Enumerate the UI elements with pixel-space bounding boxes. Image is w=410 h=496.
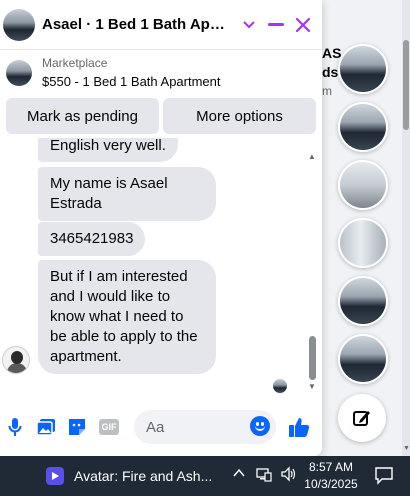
chat-head[interactable]: [338, 334, 388, 384]
message-thread[interactable]: English very well. My name is Asael Estr…: [0, 138, 322, 396]
close-icon[interactable]: [292, 14, 314, 36]
listing-category: Marketplace: [42, 56, 108, 70]
page-scrollbar[interactable]: ▼: [402, 0, 410, 456]
taskbar-app-button[interactable]: Avatar: Fire and Ash...: [46, 466, 212, 486]
compose-icon: [353, 411, 370, 426]
gif-icon[interactable]: GIF: [98, 416, 120, 438]
conversation-avatar[interactable]: [3, 8, 35, 41]
message-scrollbar[interactable]: ▲ ▼: [307, 152, 317, 392]
chat-head[interactable]: [338, 44, 388, 94]
messenger-chat-window: Asael · 1 Bed 1 Bath Apart... Marketplac…: [0, 0, 322, 456]
notifications-icon[interactable]: [374, 465, 394, 485]
scroll-down-arrow-icon[interactable]: ▼: [403, 445, 410, 452]
chat-head[interactable]: [338, 276, 388, 326]
chat-head[interactable]: [338, 102, 388, 152]
network-icon[interactable]: [256, 466, 272, 485]
microphone-icon[interactable]: [4, 416, 26, 438]
windows-taskbar: Avatar: Fire and Ash... 8:57 AM 10/3/202…: [0, 456, 410, 496]
listing-thumbnail: [6, 60, 32, 86]
marketplace-listing[interactable]: Marketplace $550 - 1 Bed 1 Bath Apartmen…: [0, 50, 322, 96]
chevron-up-icon[interactable]: [233, 466, 245, 483]
chat-title[interactable]: Asael · 1 Bed 1 Bath Apart...: [42, 16, 232, 33]
message-scrollbar-thumb[interactable]: [309, 336, 316, 380]
photo-icon[interactable]: [35, 416, 57, 438]
minimize-icon[interactable]: [265, 14, 287, 36]
chat-head[interactable]: [338, 160, 388, 210]
clock-date: 10/3/2025: [304, 477, 358, 491]
message-bubble: My name is Asael Estrada: [38, 167, 216, 221]
scroll-down-arrow-icon[interactable]: ▼: [308, 382, 316, 391]
taskbar-app-label: Avatar: Fire and Ash...: [74, 468, 213, 484]
chevron-down-icon[interactable]: [238, 14, 260, 36]
message-bubble: But if I am interested and I would like …: [38, 260, 216, 374]
message-bubble: English very well.: [38, 138, 178, 162]
listing-actions: Mark as pending More options: [0, 98, 322, 138]
clock-time: 8:57 AM: [308, 460, 354, 474]
chat-heads-column: [336, 0, 400, 456]
sender-avatar[interactable]: [2, 346, 30, 374]
thumbs-up-icon[interactable]: [288, 416, 310, 438]
more-options-button[interactable]: More options: [163, 98, 316, 134]
message-bubble: 3465421983: [38, 222, 146, 256]
page-scrollbar-thumb[interactable]: [403, 40, 409, 130]
mark-as-pending-button[interactable]: Mark as pending: [6, 98, 159, 134]
chat-header[interactable]: Asael · 1 Bed 1 Bath Apart...: [0, 0, 322, 50]
message-composer: GIF: [0, 398, 322, 456]
sticker-icon[interactable]: [66, 416, 88, 438]
media-player-icon: [46, 467, 64, 485]
volume-icon[interactable]: [280, 466, 296, 485]
chat-head[interactable]: [338, 218, 388, 268]
taskbar-clock[interactable]: 8:57 AM 10/3/2025: [300, 459, 362, 493]
listing-name: $550 - 1 Bed 1 Bath Apartment: [42, 74, 221, 89]
new-message-button[interactable]: [338, 394, 386, 442]
emoji-icon[interactable]: [250, 416, 270, 436]
scroll-up-arrow-icon[interactable]: ▲: [308, 152, 316, 161]
seen-indicator-avatar: [273, 379, 287, 393]
